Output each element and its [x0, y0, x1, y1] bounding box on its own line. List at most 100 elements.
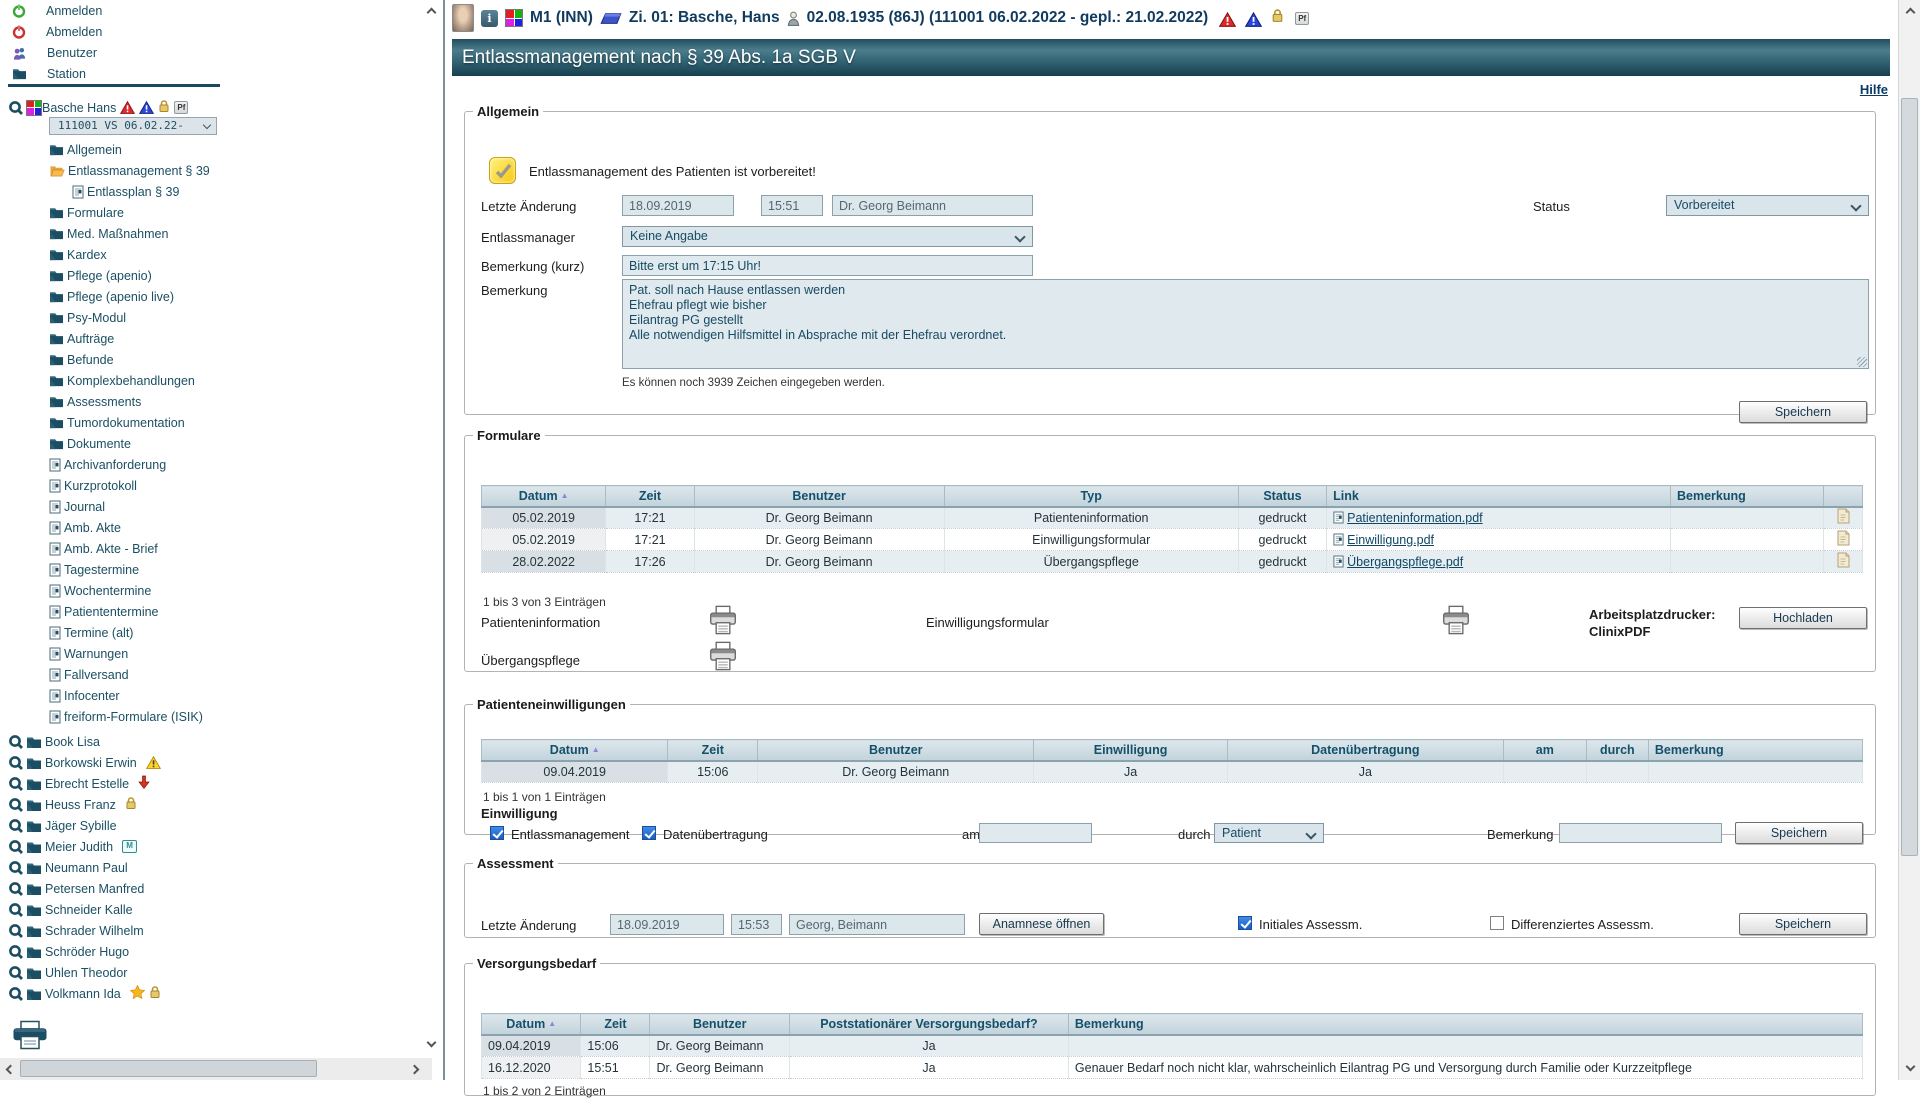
sidebar-tree-item[interactable]: Warnungen — [0, 643, 210, 664]
print-einwilligungsformular-icon[interactable] — [1442, 605, 1470, 640]
sidebar-tree-item[interactable]: Med. Maßnahmen — [0, 223, 210, 244]
sidebar-horizontal-scrollbar[interactable] — [0, 1058, 432, 1080]
help-link[interactable]: Hilfe — [452, 82, 1888, 97]
resize-grip[interactable] — [1857, 357, 1867, 367]
patient-list-item[interactable]: Borkowski Erwin — [0, 752, 161, 773]
sidebar-tree-item[interactable]: Patiententermine — [0, 601, 210, 622]
assessment-zeit-field[interactable] — [731, 914, 782, 935]
save-button[interactable]: Speichern — [1735, 822, 1863, 844]
note-icon[interactable] — [1836, 557, 1850, 571]
patient-list-item[interactable]: Heuss Franz — [0, 794, 161, 815]
upload-button[interactable]: Hochladen — [1739, 607, 1867, 629]
sidebar-tree-item[interactable]: Dokumente — [0, 433, 210, 454]
table-row[interactable]: 16.12.2020 15:51 Dr. Georg Beimann Ja Ge… — [482, 1057, 1863, 1079]
sidebar-tree-item[interactable]: Formulare — [0, 202, 210, 223]
sidebar-tree-item[interactable]: Fallversand — [0, 664, 210, 685]
warning-red-icon[interactable] — [1219, 12, 1234, 25]
note-icon[interactable] — [1836, 513, 1850, 527]
table-row[interactable]: 09.04.2019 15:06 Dr. Georg Beimann Ja Ja — [482, 761, 1863, 783]
patient-photo[interactable] — [452, 4, 474, 32]
case-version-select[interactable]: 111001 VS 06.02.22- — [49, 117, 217, 135]
warning-blue-icon[interactable] — [1245, 12, 1260, 25]
bemerkung-textarea[interactable]: Pat. soll nach Hause entlassen werden Eh… — [622, 279, 1869, 369]
patient-list-item[interactable]: Book Lisa — [0, 731, 161, 752]
patient-list-item[interactable]: Schneider Kalle — [0, 899, 161, 920]
pdf-link[interactable]: Übergangspflege.pdf — [1347, 555, 1463, 569]
aenderung-benutzer-field[interactable] — [832, 195, 1033, 216]
patient-list-item[interactable]: Uhlen Theodor — [0, 962, 161, 983]
pdf-link[interactable]: Patienteninformation.pdf — [1347, 511, 1483, 525]
sidebar-tree-item[interactable]: Tagestermine — [0, 559, 210, 580]
note-icon[interactable] — [1836, 535, 1850, 549]
sidebar-tree-item[interactable]: Amb. Akte - Brief — [0, 538, 210, 559]
sidebar-tree-item[interactable]: Assessments — [0, 391, 210, 412]
sidebar-tree-item[interactable]: Tumordokumentation — [0, 412, 210, 433]
scroll-up-icon[interactable] — [1902, 2, 1918, 18]
scrollbar-thumb[interactable] — [1901, 98, 1918, 856]
menu-item-abmelden[interactable]: Abmelden — [12, 21, 102, 42]
patient-list-item[interactable]: Neumann Paul — [0, 857, 161, 878]
scrollbar-thumb[interactable] — [20, 1060, 317, 1077]
entlassmanagement-checkbox[interactable] — [490, 826, 504, 840]
menu-item-station[interactable]: Station — [12, 63, 102, 84]
aenderung-zeit-field[interactable] — [761, 195, 823, 216]
scroll-down-icon[interactable] — [1902, 1060, 1918, 1076]
sidebar-tree-item[interactable]: Psy-Modul — [0, 307, 210, 328]
patient-list-item[interactable]: Ebrecht Estelle — [0, 773, 161, 794]
print-uebergangspflege-icon[interactable] — [709, 641, 737, 676]
patient-list-item[interactable]: Petersen Manfred — [0, 878, 161, 899]
datenuebertragung-checkbox[interactable] — [642, 826, 656, 840]
printer-icon[interactable] — [12, 1020, 48, 1055]
bemerkung-field[interactable] — [1559, 823, 1722, 843]
menu-item-benutzer[interactable]: Benutzer — [12, 42, 102, 63]
sidebar-tree-item[interactable]: Entlassplan § 39 — [0, 181, 210, 202]
patient-list-item[interactable]: Volkmann Ida — [0, 983, 161, 1004]
open-anamnese-button[interactable]: Anamnese öffnen — [979, 913, 1104, 935]
save-button[interactable]: Speichern — [1739, 913, 1867, 935]
sidebar-tree-item[interactable]: Amb. Akte — [0, 517, 210, 538]
entlassmanager-select[interactable]: Keine Angabe — [622, 226, 1033, 247]
info-icon[interactable]: i — [481, 10, 498, 27]
sidebar-tree-item[interactable]: Termine (alt) — [0, 622, 210, 643]
sidebar-tree-item[interactable]: Entlassmanagement § 39 — [0, 160, 210, 181]
am-field[interactable] — [979, 823, 1092, 843]
durch-select[interactable]: Patient — [1214, 823, 1324, 843]
save-button[interactable]: Speichern — [1739, 401, 1867, 423]
sidebar-vertical-scrollbar[interactable] — [421, 0, 441, 1056]
assessment-benutzer-field[interactable] — [789, 914, 965, 935]
patient-list-item[interactable]: Meier Judith M — [0, 836, 161, 857]
patient-list-item[interactable]: Schrader Wilhelm — [0, 920, 161, 941]
scroll-left-icon[interactable] — [0, 1061, 16, 1077]
lock-icon[interactable] — [1271, 8, 1284, 28]
sidebar-tree-item[interactable]: Pflege (apenio) — [0, 265, 210, 286]
menu-item-anmelden[interactable]: Anmelden — [12, 0, 102, 21]
assessment-datum-field[interactable] — [610, 914, 724, 935]
sidebar-tree-item[interactable]: Komplexbehandlungen — [0, 370, 210, 391]
pdf-link[interactable]: Einwilligung.pdf — [1347, 533, 1434, 547]
print-patienteninformation-icon[interactable] — [709, 605, 737, 640]
table-row[interactable]: 09.04.2019 15:06 Dr. Georg Beimann Ja — [482, 1035, 1863, 1057]
sidebar-tree-item[interactable]: Kurzprotokoll — [0, 475, 210, 496]
bemerkung-kurz-field[interactable] — [622, 255, 1033, 276]
table-row[interactable]: 05.02.2019 17:21 Dr. Georg Beimann Patie… — [482, 507, 1863, 529]
sidebar-tree-item[interactable]: Infocenter — [0, 685, 210, 706]
sidebar-tree-item[interactable]: Journal — [0, 496, 210, 517]
main-vertical-scrollbar[interactable] — [1898, 0, 1920, 1080]
scroll-right-icon[interactable] — [408, 1061, 424, 1077]
sidebar-tree-item[interactable]: Befunde — [0, 349, 210, 370]
sidebar-tree-item[interactable]: Wochentermine — [0, 580, 210, 601]
patient-list-item[interactable]: Schröder Hugo — [0, 941, 161, 962]
sidebar-tree-item[interactable]: freiform-Formulare (ISIK) — [0, 706, 210, 727]
pf-badge[interactable]: Pf — [1295, 12, 1309, 25]
sidebar-patient-node[interactable]: Basche Hans Pf — [8, 97, 188, 118]
category-grid-icon[interactable] — [505, 9, 523, 27]
differenziertes-assessment-checkbox[interactable] — [1490, 916, 1504, 930]
sidebar-tree-item[interactable]: Allgemein — [0, 139, 210, 160]
sidebar-tree-item[interactable]: Kardex — [0, 244, 210, 265]
sidebar-tree-item[interactable]: Archivanforderung — [0, 454, 210, 475]
patient-list-item[interactable]: Jäger Sybille — [0, 815, 161, 836]
sidebar-tree-item[interactable]: Aufträge — [0, 328, 210, 349]
status-select[interactable]: Vorbereitet — [1666, 195, 1869, 216]
table-row[interactable]: 05.02.2019 17:21 Dr. Georg Beimann Einwi… — [482, 529, 1863, 551]
sidebar-tree-item[interactable]: Pflege (apenio live) — [0, 286, 210, 307]
